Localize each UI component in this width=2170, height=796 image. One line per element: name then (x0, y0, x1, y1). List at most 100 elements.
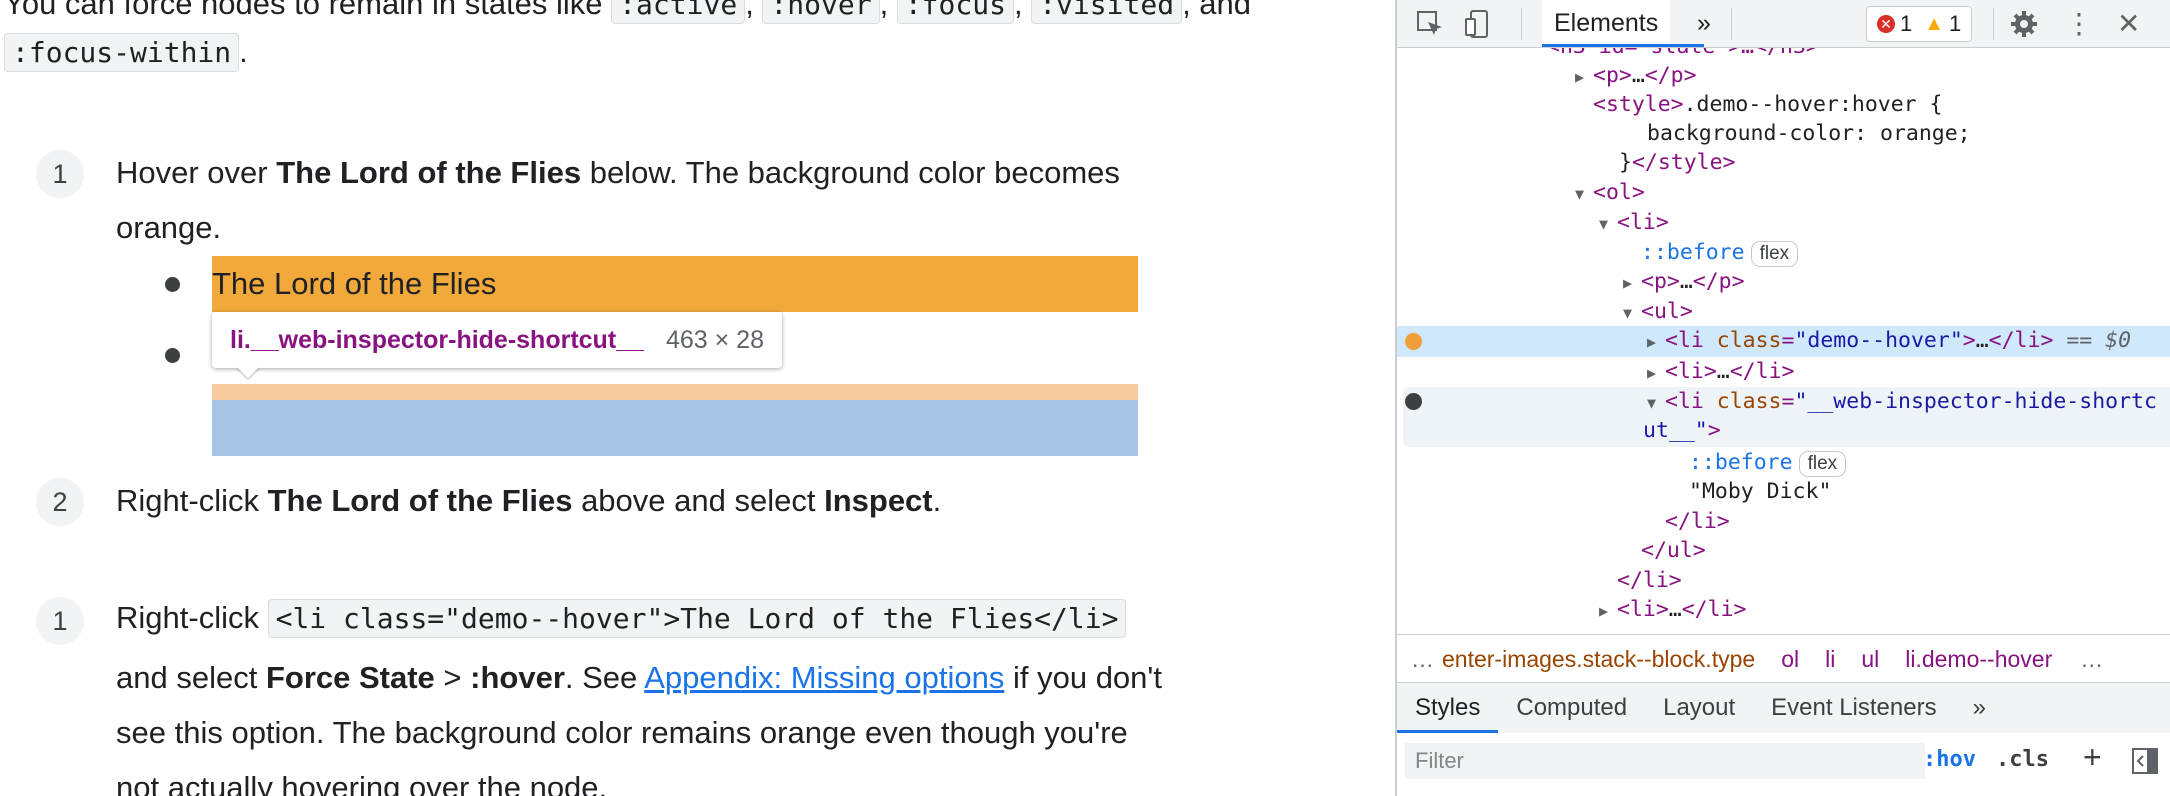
step-bold: The Lord of the Flies (276, 155, 582, 190)
expand-icon[interactable]: ▶ (1623, 269, 1641, 298)
close-icon[interactable]: ✕ (2117, 0, 2140, 47)
dom-text: … (1716, 359, 1730, 384)
demo-hover-item[interactable]: The Lord of the Flies (212, 256, 1138, 312)
breadcrumb-item[interactable]: li (1825, 646, 1835, 673)
dom-close[interactable]: </li> (1617, 566, 2170, 595)
tab-elements[interactable]: Elements (1542, 0, 1671, 47)
expand-icon[interactable]: ▶ (1647, 359, 1665, 388)
step-text: below. The background color becomes (589, 155, 1120, 190)
dom-tree: <h3 id="state">…</h3> ▶<p>…</p> <style>.… (1397, 48, 2170, 634)
collapse-icon[interactable]: ▼ (1599, 210, 1617, 239)
intro-line: You can force nodes to remain in states … (4, 0, 1251, 24)
pseudo-element: ::before (1641, 240, 1745, 265)
styles-filter-input[interactable] (1405, 743, 1925, 779)
dom-tag: </li> (1665, 509, 1730, 534)
intro-line-2: :focus-within. (4, 33, 248, 72)
cls-toggle[interactable]: .cls (1996, 747, 2049, 772)
dom-text: … (1668, 597, 1682, 622)
toggle-sidebar-icon[interactable] (2131, 747, 2159, 780)
state-code: :focus (896, 0, 1014, 24)
dom-pseudo[interactable]: ::before flex (1641, 238, 2170, 267)
gear-icon[interactable] (2009, 0, 2039, 47)
tab-computed[interactable]: Computed (1498, 683, 1645, 733)
dom-node[interactable]: ▼ <ul> (1623, 297, 2170, 326)
breadcrumb-overflow[interactable]: … (1397, 646, 1446, 673)
dom-tag: <li> (1617, 210, 1669, 235)
collapse-icon[interactable]: ▼ (1575, 180, 1593, 209)
list-bullet (165, 348, 180, 363)
highlight-margin (212, 384, 1138, 400)
step-code: <li class="demo--hover">The Lord of the … (267, 599, 1127, 638)
step-text: and select (116, 660, 258, 695)
hidden-dom-row[interactable]: ▼ <li class="__web-inspector-hide-shortc … (1403, 387, 2170, 447)
css-text: .demo--hover:hover { (1683, 92, 1943, 117)
attr-name: class (1716, 328, 1782, 353)
breadcrumb-item[interactable]: ul (1861, 646, 1879, 673)
dom-close[interactable]: </ul> (1641, 536, 2170, 565)
inspect-element-icon[interactable] (1415, 0, 1445, 47)
more-tabs-button[interactable]: » (1697, 0, 1711, 47)
breadcrumb-overflow[interactable]: … (2080, 646, 2103, 673)
dom-pseudo[interactable]: ::before flex (1689, 448, 2170, 477)
toolbar-separator (1731, 8, 1732, 40)
breadcrumb-item[interactable]: enter-images.stack--block.type (1442, 646, 1755, 673)
breadcrumb-item[interactable]: ol (1781, 646, 1799, 673)
appendix-link[interactable]: Appendix: Missing options (644, 660, 1004, 695)
dom-tag: </style> (1631, 150, 1736, 175)
devtools-toolbar: Elements » ✕ 1 ▲ 1 ⋮ ✕ (1397, 0, 2170, 48)
step-3-text: Right-click <li class="demo--hover">The … (116, 599, 1127, 638)
hov-toggle[interactable]: :hov (1923, 747, 1976, 772)
flex-badge[interactable]: flex (1798, 451, 1847, 477)
dom-node[interactable]: ▼ <ol> (1575, 178, 2170, 207)
expand-icon[interactable]: ▶ (1575, 63, 1593, 92)
tab-event-listeners[interactable]: Event Listeners (1753, 683, 1954, 733)
device-toolbar-icon[interactable] (1463, 0, 1493, 47)
dom-node[interactable]: ▶ <p>…</p> (1623, 267, 2170, 296)
error-count: 1 (1900, 11, 1913, 36)
dom-tag: <ul> (1641, 299, 1693, 324)
flex-badge[interactable]: flex (1750, 241, 1799, 267)
dom-node[interactable]: <style>.demo--hover:hover { (1593, 90, 2170, 119)
dom-node[interactable]: ▶ <li>…</li> (1647, 357, 2170, 386)
dom-tag: <style> (1593, 92, 1684, 117)
warning-count: 1 (1949, 11, 1962, 36)
step-text: Hover over (116, 155, 268, 190)
step-number: 2 (36, 478, 84, 526)
dom-node[interactable]: ▶ <p>…</p> (1575, 61, 2170, 90)
breadcrumb-item-selected[interactable]: li.demo--hover (1905, 646, 2052, 673)
kebab-menu-icon[interactable]: ⋮ (2065, 0, 2093, 47)
pseudo-element: ::before (1689, 450, 1793, 475)
step-text: . (932, 483, 942, 518)
expand-icon[interactable]: ▶ (1647, 328, 1665, 357)
dom-node[interactable]: ▼ <li> (1599, 208, 2170, 237)
dom-node[interactable]: <h3 id="state">…</h3> (1547, 48, 2170, 61)
issues-counter[interactable]: ✕ 1 ▲ 1 (1866, 6, 1973, 42)
dom-node[interactable]: ▶ <li>…</li> (1599, 595, 2170, 624)
error-icon: ✕ (1877, 15, 1895, 33)
step-text: > (443, 660, 462, 695)
expand-icon[interactable]: ▶ (1599, 597, 1617, 626)
tab-layout[interactable]: Layout (1645, 683, 1753, 733)
dom-tag: <p> (1593, 63, 1632, 88)
styles-filter-bar: :hov .cls + (1397, 733, 2170, 796)
warning-icon: ▲ (1924, 12, 1945, 35)
collapse-icon[interactable]: ▼ (1623, 299, 1641, 328)
step-number: 1 (36, 150, 84, 198)
dom-text: … (1679, 269, 1693, 294)
dom-text-node[interactable]: "Moby Dick" (1689, 477, 2170, 506)
step-text: if you don't (1012, 660, 1162, 695)
selected-dom-row[interactable]: ▶ <li class="demo--hover">…</li> == $0 (1397, 326, 2170, 357)
step-3-text-4: not actually hovering over the node. (116, 770, 608, 796)
page-content: You can force nodes to remain in states … (0, 0, 1395, 796)
inspector-tooltip: li.__web-inspector-hide-shortcut__ 463 ×… (212, 312, 782, 368)
sidebar-tabs: Styles Computed Layout Event Listeners » (1397, 682, 2170, 734)
dom-tag: <p> (1641, 269, 1680, 294)
list-bullet (165, 277, 180, 292)
new-style-rule-button[interactable]: + (2083, 739, 2102, 776)
step-text: Right-click (116, 483, 259, 518)
collapse-icon[interactable]: ▼ (1647, 389, 1665, 418)
dom-close[interactable]: </li> (1665, 507, 2170, 536)
dom-tag: <ol> (1593, 180, 1645, 205)
more-sidebar-tabs[interactable]: » (1955, 683, 2004, 733)
tab-styles[interactable]: Styles (1397, 683, 1499, 733)
